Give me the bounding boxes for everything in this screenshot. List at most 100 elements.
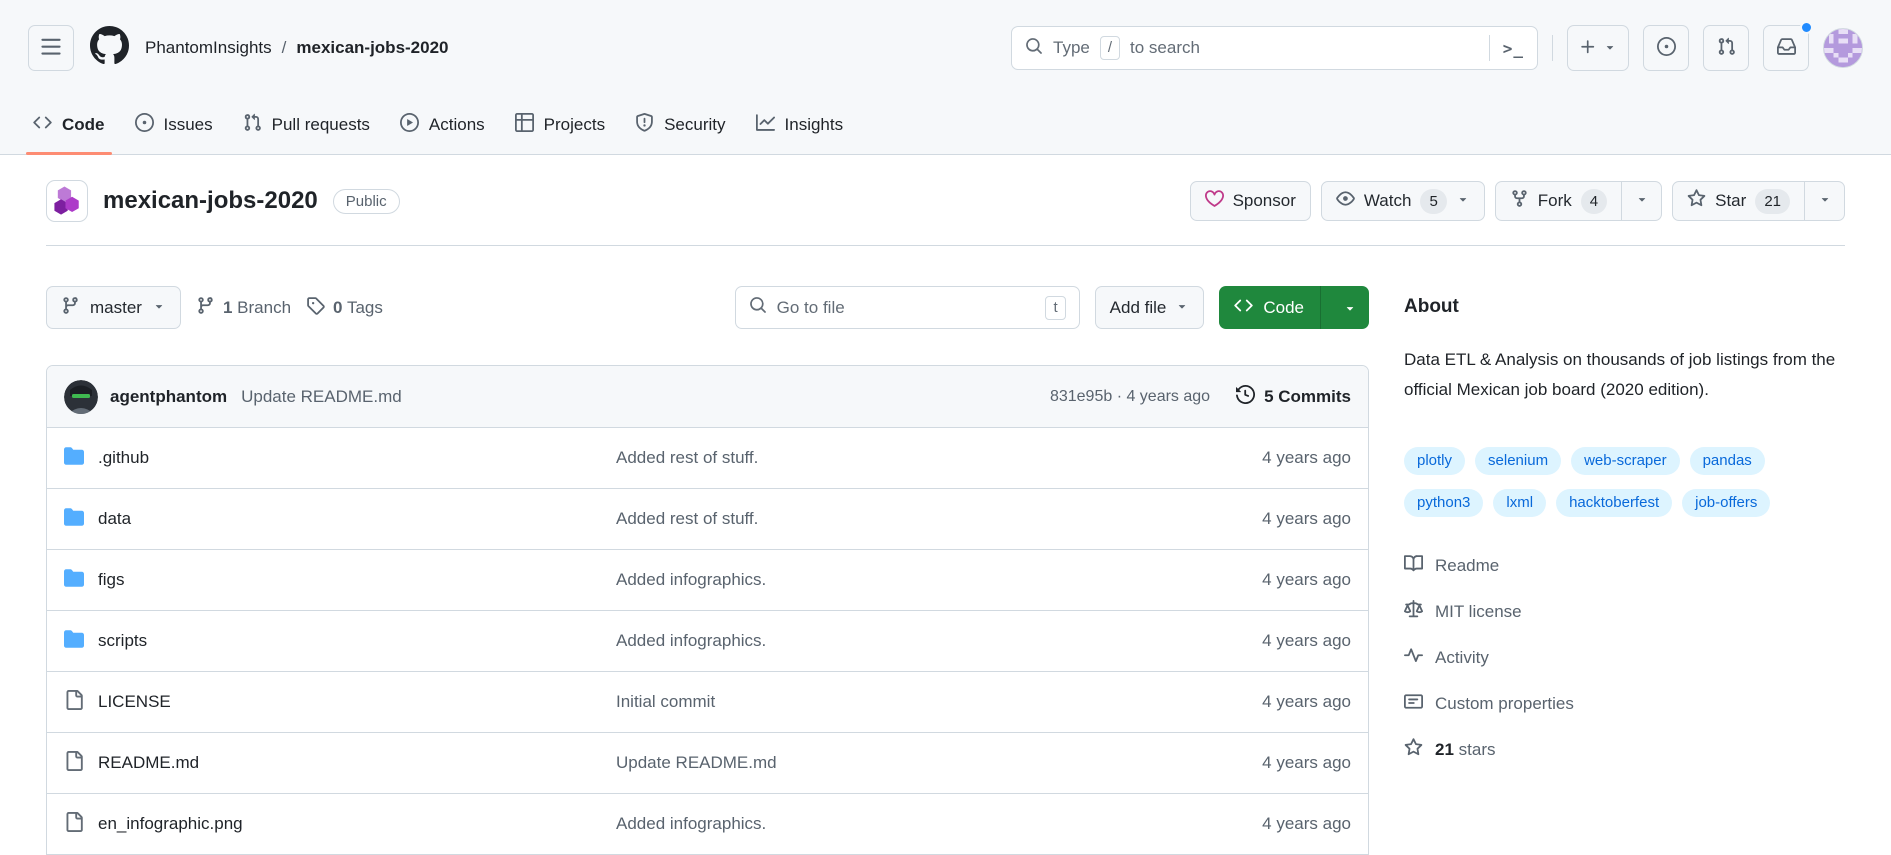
git-branch-icon (196, 296, 215, 320)
tag-icon (306, 296, 325, 320)
tab-projects[interactable]: Projects (500, 96, 620, 154)
code-button[interactable]: Code (1219, 286, 1369, 329)
topic-tag[interactable]: plotly (1404, 447, 1466, 475)
watch-count: 5 (1420, 188, 1447, 214)
tab-insights[interactable]: Insights (741, 96, 859, 154)
chevron-down-icon (1175, 298, 1189, 318)
global-issues-button[interactable] (1643, 25, 1689, 71)
custom-properties-link[interactable]: Custom properties (1404, 681, 1845, 727)
breadcrumb-repo[interactable]: mexican-jobs-2020 (296, 38, 448, 58)
tags-link[interactable]: 0 Tags (306, 296, 383, 320)
github-mark-icon (90, 26, 129, 70)
tab-pull-requests[interactable]: Pull requests (228, 96, 385, 154)
file-commit-message[interactable]: Added rest of stuff. (616, 448, 1171, 468)
file-name-link[interactable]: figs (64, 568, 616, 593)
main-content: master 1 Branch 0 Tags Go to file t Add … (0, 246, 1891, 855)
license-label: MIT license (1435, 602, 1522, 621)
commit-author-avatar-image (64, 379, 98, 414)
create-new-button[interactable] (1567, 25, 1629, 71)
file-row: .github Added rest of stuff. 4 years ago (47, 427, 1368, 488)
star-dropdown-button[interactable] (1805, 181, 1845, 221)
visibility-badge: Public (332, 188, 400, 214)
user-avatar[interactable] (1823, 28, 1863, 68)
file-table: agentphantom Update README.md 831e95b · … (46, 365, 1369, 855)
file-name-link[interactable]: data (64, 507, 616, 532)
topic-tag[interactable]: job-offers (1682, 489, 1771, 517)
file-commit-message[interactable]: Added rest of stuff. (616, 509, 1171, 529)
file-commit-message[interactable]: Added infographics. (616, 631, 1171, 651)
fork-button-group: Fork 4 (1494, 181, 1663, 221)
commit-sha-time[interactable]: 831e95b · 4 years ago (1050, 388, 1210, 406)
topic-tag[interactable]: selenium (1475, 447, 1562, 475)
search-icon (1025, 37, 1043, 60)
topic-tag[interactable]: hacktoberfest (1556, 489, 1673, 517)
breadcrumb-owner[interactable]: PhantomInsights (145, 38, 272, 58)
add-file-button[interactable]: Add file (1094, 286, 1205, 329)
sidebar-links: Readme MIT license Activity Custom prope… (1404, 543, 1845, 773)
stars-label: stars (1458, 740, 1496, 759)
activity-link[interactable]: Activity (1404, 635, 1845, 681)
file-commit-message[interactable]: Initial commit (616, 692, 1171, 712)
star-icon (1687, 189, 1706, 213)
folder-icon (64, 507, 84, 532)
watch-button[interactable]: Watch 5 (1320, 181, 1485, 221)
org-avatar-image (54, 186, 79, 215)
chevron-down-icon[interactable] (1331, 301, 1369, 315)
global-search-input[interactable]: Type / to search >_ (1011, 26, 1538, 70)
file-name-link[interactable]: .github (64, 446, 616, 471)
file-commit-time: 4 years ago (1262, 509, 1351, 528)
branches-link[interactable]: 1 Branch (196, 296, 291, 320)
file-commit-message[interactable]: Update README.md (616, 753, 1171, 773)
global-header: PhantomInsights / mexican-jobs-2020 Type… (0, 0, 1891, 96)
sponsor-button[interactable]: Sponsor (1189, 181, 1311, 221)
issue-opened-icon (135, 113, 154, 137)
readme-link[interactable]: Readme (1404, 543, 1845, 589)
topic-tag[interactable]: lxml (1493, 489, 1547, 517)
commits-count-label: 5 Commits (1264, 386, 1351, 406)
file-name-link[interactable]: scripts (64, 629, 616, 654)
folder-icon (64, 568, 84, 593)
tab-security[interactable]: Security (620, 96, 740, 154)
stars-link[interactable]: 21 stars (1404, 727, 1845, 773)
file-commit-message[interactable]: Added infographics. (616, 570, 1171, 590)
topic-tag[interactable]: web-scraper (1571, 447, 1680, 475)
branch-selector[interactable]: master (46, 286, 181, 329)
custom-properties-label: Custom properties (1435, 694, 1574, 713)
tab-actions[interactable]: Actions (385, 96, 500, 154)
search-placeholder-suffix: to search (1130, 38, 1200, 57)
file-name-link[interactable]: LICENSE (64, 690, 616, 715)
commits-history-link[interactable]: 5 Commits (1236, 385, 1351, 409)
commit-message[interactable]: Update README.md (241, 387, 402, 407)
file-commit-message[interactable]: Added infographics. (616, 814, 1171, 834)
github-logo[interactable] (90, 26, 129, 70)
issue-opened-icon (1657, 37, 1676, 59)
go-to-file-input[interactable]: Go to file t (734, 286, 1080, 329)
file-name-link[interactable]: en_infographic.png (64, 812, 616, 837)
git-pull-request-icon (1717, 37, 1736, 59)
command-palette-icon[interactable]: >_ (1488, 35, 1524, 61)
page-title[interactable]: mexican-jobs-2020 (103, 187, 318, 215)
global-pull-requests-button[interactable] (1703, 25, 1749, 71)
fork-button[interactable]: Fork 4 (1494, 181, 1623, 221)
file-name: .github (98, 448, 150, 467)
topic-tag[interactable]: pandas (1689, 447, 1765, 475)
notifications-button[interactable] (1763, 21, 1813, 71)
star-button[interactable]: Star 21 (1672, 181, 1805, 221)
commit-author[interactable]: agentphantom (110, 387, 227, 407)
file-commit-time: 4 years ago (1262, 753, 1351, 772)
graph-icon (756, 113, 775, 137)
topic-tag[interactable]: python3 (1404, 489, 1484, 517)
org-avatar[interactable] (46, 180, 88, 222)
fork-dropdown-button[interactable] (1622, 181, 1663, 221)
hamburger-menu-button[interactable] (28, 25, 74, 71)
project-table-icon (515, 113, 534, 137)
commit-author-avatar[interactable] (64, 379, 98, 414)
file-name-link[interactable]: README.md (64, 751, 616, 776)
tab-issues[interactable]: Issues (120, 96, 228, 154)
license-link[interactable]: MIT license (1404, 589, 1845, 635)
breadcrumb: PhantomInsights / mexican-jobs-2020 (145, 38, 449, 58)
inbox-icon (1777, 37, 1796, 59)
notification-dot (1800, 21, 1813, 34)
tab-code[interactable]: Code (18, 96, 120, 155)
file-name: LICENSE (98, 692, 171, 711)
